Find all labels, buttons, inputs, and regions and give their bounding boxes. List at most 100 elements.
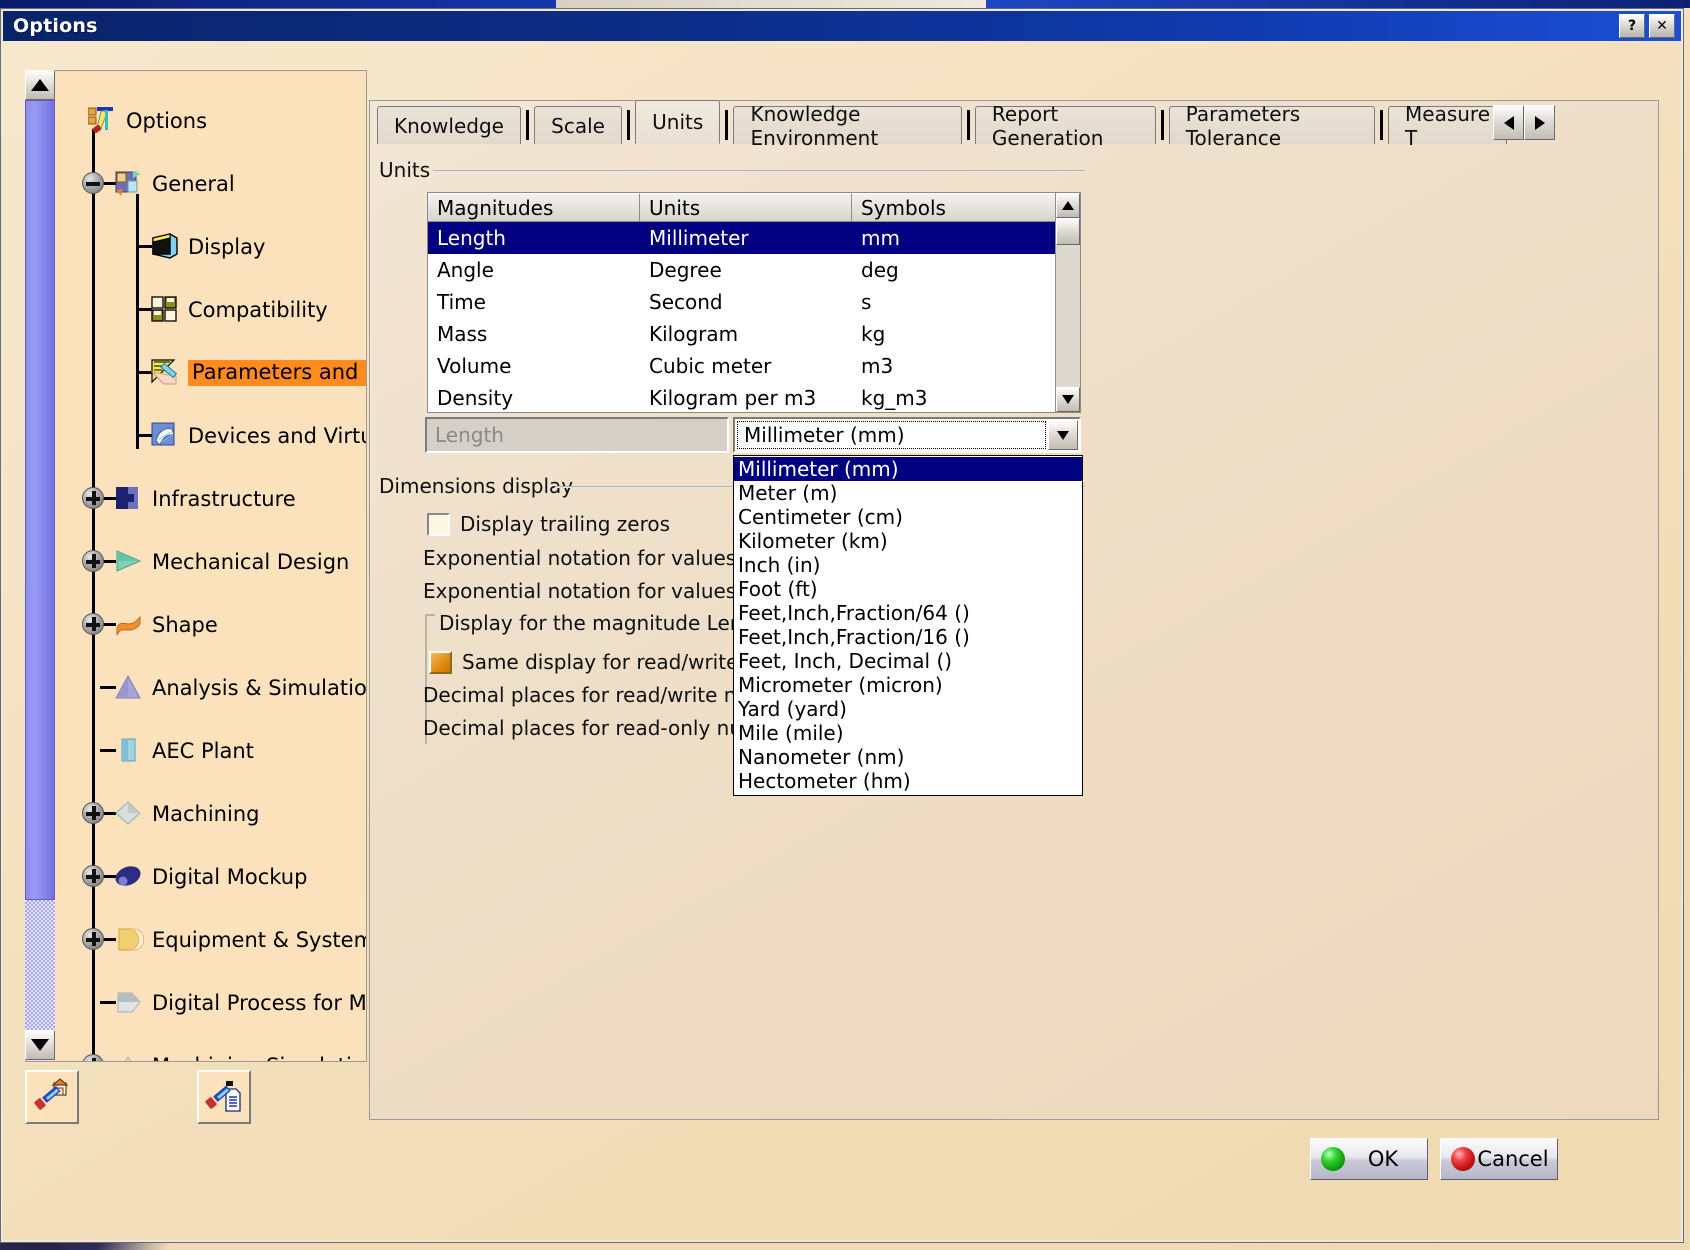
units-group-divider (433, 170, 1085, 172)
tool-house-icon (34, 1078, 69, 1110)
unit-option[interactable]: Feet,Inch,Fraction/64 () (734, 601, 1082, 625)
display-icon (152, 233, 178, 259)
tree-expander-general[interactable] (82, 172, 104, 194)
tab-separator (525, 110, 530, 140)
tab-measure-t[interactable]: Measure T (1388, 102, 1508, 150)
sidebar-item-digital-process-for-m[interactable]: Digital Process for M (114, 983, 367, 1023)
scrollbar-track[interactable] (25, 100, 55, 1030)
tab-separator (966, 110, 970, 140)
unit-option[interactable]: Inch (in) (734, 553, 1082, 577)
unit-option[interactable]: Kilometer (km) (734, 529, 1082, 553)
unit-option[interactable]: Meter (m) (734, 481, 1082, 505)
table-row[interactable]: Volume Cubic meter m3 (428, 350, 1080, 382)
tab-scroll-left-button[interactable] (1493, 105, 1524, 140)
table-row[interactable]: Mass Kilogram kg (428, 318, 1080, 350)
sidebar-item-compatibility[interactable]: Compatibility (150, 290, 328, 330)
units-scroll-down-button[interactable] (1056, 387, 1080, 412)
unit-option[interactable]: Mile (mile) (734, 721, 1082, 745)
tree-expander-equipment-system[interactable] (82, 928, 104, 950)
units-scroll-thumb[interactable] (1056, 218, 1080, 245)
scroll-down-button[interactable] (25, 1030, 55, 1060)
tab-label: Units (652, 110, 704, 134)
sidebar-item-shape[interactable]: Shape (114, 605, 218, 645)
tab-report-generation[interactable]: Report Generation (974, 102, 1156, 150)
tab-label: Report Generation (991, 101, 1104, 150)
options-report-button[interactable] (197, 1070, 251, 1124)
tab-scroll-right-button[interactable] (1524, 105, 1555, 140)
unit-option[interactable]: Millimeter (mm) (734, 457, 1082, 481)
sidebar-item-infrastructure[interactable]: Infrastructure (114, 479, 296, 519)
sidebar-item-label: Digital Process for M (152, 990, 367, 1015)
unit-combobox[interactable]: Millimeter (mm) (733, 417, 1081, 453)
units-column-header[interactable]: Symbols (852, 193, 1057, 222)
unit-option[interactable]: Foot (ft) (734, 577, 1082, 601)
restore-defaults-button[interactable] (25, 1070, 79, 1124)
tab-units[interactable]: Units (635, 100, 721, 144)
sidebar-item-display[interactable]: Display (150, 227, 265, 267)
sidebar-item-machining-simulation[interactable]: Machining Simulation (114, 1046, 366, 1061)
cancel-button[interactable]: Cancel (1440, 1138, 1558, 1180)
general-icon (114, 169, 144, 199)
scroll-up-button[interactable] (25, 70, 55, 100)
units-table[interactable]: Magnitudes Units Symbols Length Millimeter m… (427, 192, 1081, 413)
tree-expander-machining-simulation[interactable] (82, 1054, 104, 1061)
units-scroll-up-button[interactable] (1056, 193, 1080, 218)
sidebar-item-equipment-system[interactable]: Equipment & System (114, 920, 366, 960)
tree-expander-digital-mockup[interactable] (82, 865, 104, 887)
table-row[interactable]: Angle Degree deg (428, 254, 1080, 286)
scrollbar-thumb[interactable] (25, 100, 55, 900)
general-icon (115, 171, 141, 196)
unit-option[interactable]: Yard (yard) (734, 697, 1082, 721)
tree-expander-infrastructure[interactable] (82, 487, 104, 509)
digital-mockup-icon (114, 862, 144, 892)
same-display-checkbox[interactable] (429, 650, 452, 674)
tree-scrollbar[interactable] (25, 70, 55, 1060)
units-cell-symbol: m3 (861, 354, 894, 378)
ok-button[interactable]: OK (1310, 1138, 1428, 1180)
sidebar-item-devices-and-virtu[interactable]: Devices and Virtu (150, 416, 366, 456)
display-trailing-zeros-row[interactable]: Display trailing zeros (427, 512, 670, 536)
table-row[interactable]: Density Kilogram per m3 kg_m3 (428, 382, 1080, 414)
tab-knowledge[interactable]: Knowledge (377, 106, 521, 144)
help-button[interactable]: ? (1619, 14, 1645, 38)
tab-knowledge-environment[interactable]: Knowledge Environment (733, 102, 962, 150)
sidebar-item-aec-plant[interactable]: AEC Plant (114, 731, 254, 771)
unit-option[interactable]: Micrometer (micron) (734, 673, 1082, 697)
tab-scale[interactable]: Scale (534, 106, 622, 144)
tree-expander-shape[interactable] (82, 613, 104, 635)
unit-dropdown-list[interactable]: Millimeter (mm) Meter (m) Centimeter (cm) K… (733, 455, 1083, 796)
tab-label: Measure T (1405, 101, 1491, 150)
unit-option[interactable]: Feet, Inch, Decimal () (734, 649, 1082, 673)
units-column-header[interactable]: Magnitudes (428, 193, 640, 222)
tab-parameters-tolerance[interactable]: Parameters Tolerance (1168, 102, 1375, 150)
close-icon[interactable]: ✕ (1649, 14, 1675, 38)
tree-expander-mechanical-design[interactable] (82, 550, 104, 572)
chevron-down-icon[interactable] (1048, 420, 1078, 450)
unit-option[interactable]: Centimeter (cm) (734, 505, 1082, 529)
sidebar-item-general[interactable]: General (114, 164, 235, 204)
unit-option[interactable]: Nanometer (nm) (734, 745, 1082, 769)
sidebar-item-digital-mockup[interactable]: Digital Mockup (114, 857, 307, 897)
sidebar-item-label: Options (126, 108, 208, 133)
units-column-header[interactable]: Units (640, 193, 852, 222)
units-table-scrollbar[interactable] (1055, 193, 1080, 412)
analysis-simulation-icon (115, 674, 141, 699)
sidebar-item-parameters-and-m[interactable]: Parameters and M (150, 353, 366, 393)
sidebar-item-analysis-simulation[interactable]: Analysis & Simulation (114, 668, 366, 708)
unit-option[interactable]: Hectometer (hm) (734, 769, 1082, 793)
same-display-row[interactable]: Same display for read/write nu (429, 650, 770, 674)
unit-option[interactable]: Feet,Inch,Fraction/16 () (734, 625, 1082, 649)
table-row[interactable]: Length Millimeter mm (428, 222, 1080, 254)
digital-mockup-icon (115, 866, 141, 886)
tree-expander-machining[interactable] (82, 802, 104, 824)
devices-virtual-icon (150, 421, 180, 451)
table-row[interactable]: Time Second s (428, 286, 1080, 318)
sidebar-item-options[interactable]: Options (87, 101, 208, 141)
magnitude-readonly-field: Length (425, 417, 729, 453)
decimal-read-only-label: Decimal places for read-only numb (423, 716, 775, 740)
trailing-zeros-label: Display trailing zeros (460, 512, 671, 536)
trailing-zeros-checkbox[interactable] (427, 512, 450, 536)
sidebar-item-mechanical-design[interactable]: Mechanical Design (114, 542, 349, 582)
sidebar-item-machining[interactable]: Machining (114, 794, 259, 834)
machining-simulation-icon (125, 1056, 131, 1061)
